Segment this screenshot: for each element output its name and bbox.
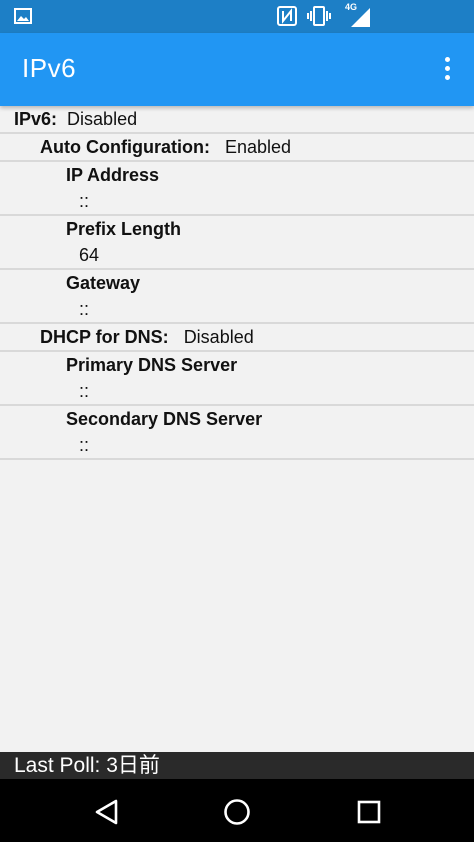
ip-address-label: IP Address: [66, 165, 160, 185]
gateway-row: Gateway ::: [0, 270, 474, 324]
dhcp-dns-row: DHCP for DNS: Disabled: [0, 324, 474, 352]
ipv6-value: Disabled: [67, 109, 138, 129]
ip-address-value: ::: [79, 191, 90, 211]
last-poll-bar: Last Poll: 3日前: [0, 752, 474, 779]
ipv6-label: IPv6:: [14, 109, 58, 129]
back-icon[interactable]: [92, 797, 122, 827]
app-bar: IPv6: [0, 33, 474, 106]
auto-config-value: Enabled: [224, 137, 292, 157]
more-vert-icon[interactable]: [442, 57, 452, 83]
secondary-dns-value: ::: [79, 435, 90, 455]
gateway-label: Gateway: [66, 273, 141, 293]
dhcp-dns-label: DHCP for DNS:: [40, 327, 169, 347]
gateway-value: ::: [79, 299, 90, 319]
prefix-length-label: Prefix Length: [66, 219, 182, 239]
primary-dns-row: Primary DNS Server ::: [0, 352, 474, 406]
ip-address-row: IP Address ::: [0, 162, 474, 216]
ipv6-status-row: IPv6: Disabled: [0, 106, 474, 134]
navigation-bar: [0, 779, 474, 842]
primary-dns-value: ::: [79, 381, 90, 401]
last-poll-text: Last Poll: 3日前: [14, 754, 160, 777]
secondary-dns-row: Secondary DNS Server ::: [0, 406, 474, 460]
auto-config-label: Auto Configuration:: [40, 137, 210, 157]
nfc-icon: [277, 6, 297, 26]
vibrate-icon: [307, 6, 331, 26]
prefix-length-value: 64: [79, 245, 100, 265]
home-icon[interactable]: [222, 797, 252, 827]
dhcp-dns-value: Disabled: [183, 327, 254, 347]
secondary-dns-label: Secondary DNS Server: [66, 409, 263, 429]
page-title: IPv6: [22, 53, 77, 83]
prefix-length-row: Prefix Length 64: [0, 216, 474, 270]
ipv6-details: IPv6: Disabled Auto Configuration: Enabl…: [0, 106, 474, 460]
image-icon: [14, 8, 32, 24]
auto-config-row: Auto Configuration: Enabled: [0, 134, 474, 162]
recents-icon[interactable]: [354, 797, 384, 827]
signal-icon: [351, 8, 370, 27]
status-bar: 4G: [0, 0, 474, 33]
primary-dns-label: Primary DNS Server: [66, 355, 238, 375]
